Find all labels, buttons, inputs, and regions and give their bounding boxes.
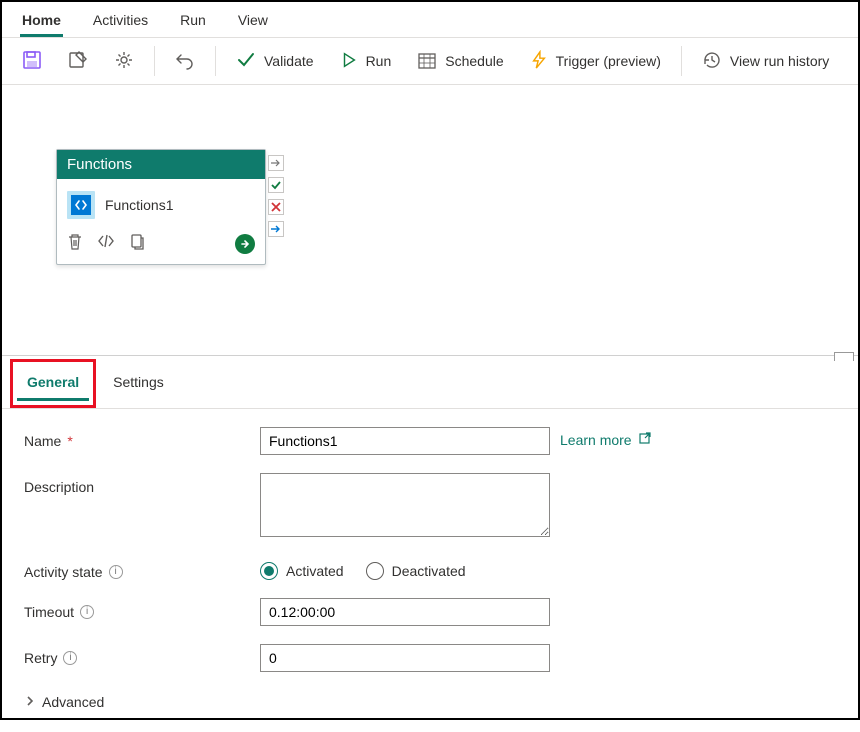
toolbar-separator [154,46,155,76]
description-label: Description [24,473,260,495]
description-field[interactable] [260,473,550,537]
schedule-button[interactable]: Schedule [407,44,513,79]
info-icon[interactable]: i [109,565,123,579]
radio-deactivated[interactable]: Deactivated [366,562,466,580]
pipeline-canvas[interactable]: Functions Functions1 [2,85,858,355]
port-completion[interactable] [268,221,284,237]
play-icon [340,51,358,72]
node-ports [268,149,284,265]
undo-icon [175,50,195,73]
port-failure[interactable] [268,199,284,215]
lightning-icon [530,50,548,73]
external-link-icon [638,431,652,448]
panel-splitter[interactable] [2,355,858,359]
trigger-button[interactable]: Trigger (preview) [520,44,671,79]
run-button[interactable]: Run [330,45,402,78]
validate-button[interactable]: Validate [226,44,324,79]
save-icon [22,50,42,73]
tab-view[interactable]: View [236,8,270,37]
calendar-icon [417,50,437,73]
code-icon[interactable] [97,233,115,254]
tab-activities[interactable]: Activities [91,8,150,37]
save-as-button[interactable] [58,44,98,79]
trigger-label: Trigger (preview) [556,53,661,69]
name-field[interactable] [260,427,550,455]
activity-node[interactable]: Functions Functions1 [56,149,266,265]
tab-general[interactable]: General [17,366,89,401]
activity-node-name: Functions1 [105,197,173,213]
activity-node-header: Functions [57,150,265,179]
tab-run[interactable]: Run [178,8,208,37]
radio-activated[interactable]: Activated [260,562,344,580]
check-icon [236,50,256,73]
properties-tabs: General Settings [2,359,858,409]
port-success[interactable] [268,177,284,193]
toolbar-separator [681,46,682,76]
history-label: View run history [730,53,829,69]
arrow-right-icon[interactable] [235,234,255,254]
learn-more-link[interactable]: Learn more [560,427,652,448]
undo-button[interactable] [165,44,205,79]
gear-icon [114,50,134,73]
view-history-button[interactable]: View run history [692,44,839,79]
top-nav-tabs: Home Activities Run View [2,2,858,37]
delete-icon[interactable] [67,233,83,254]
validate-label: Validate [264,53,314,69]
schedule-label: Schedule [445,53,503,69]
toolbar-separator [215,46,216,76]
tab-home[interactable]: Home [20,8,63,37]
history-icon [702,50,722,73]
save-button[interactable] [12,44,52,79]
timeout-label: Timeout i [24,598,260,620]
info-icon[interactable]: i [63,651,77,665]
toolbar: Validate Run Schedule Trigger (preview) … [2,37,858,85]
advanced-section-toggle[interactable]: Advanced [24,690,836,714]
activity-state-label: Activity state i [24,558,260,580]
run-label: Run [366,53,392,69]
retry-field[interactable] [260,644,550,672]
retry-label: Retry i [24,644,260,666]
tab-properties-settings[interactable]: Settings [103,366,174,398]
port-skip[interactable] [268,155,284,171]
activity-node-icon [67,191,95,219]
chevron-right-icon [24,694,36,710]
timeout-field[interactable] [260,598,550,626]
settings-button[interactable] [104,44,144,79]
info-icon[interactable]: i [80,605,94,619]
save-edit-icon [68,50,88,73]
general-form: Name * Learn more Description Activity s… [2,409,858,732]
name-label: Name * [24,427,260,449]
copy-icon[interactable] [129,233,145,254]
